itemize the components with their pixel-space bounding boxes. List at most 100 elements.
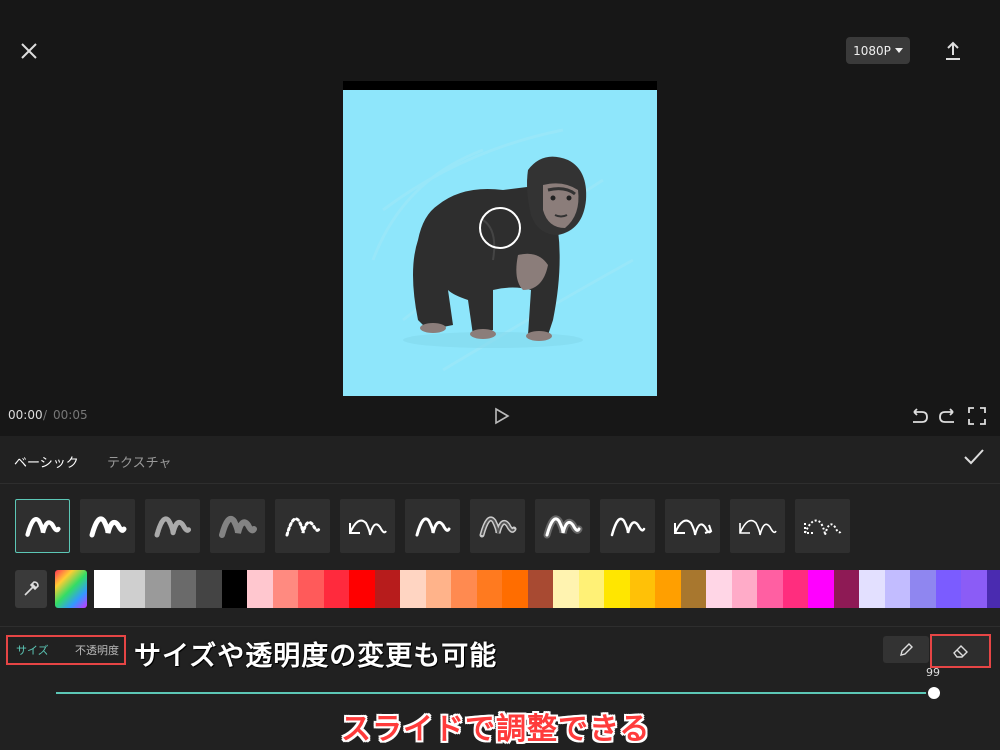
fullscreen-button[interactable] <box>966 406 988 426</box>
close-button[interactable] <box>14 36 44 66</box>
color-swatch[interactable] <box>680 570 706 608</box>
color-swatch[interactable] <box>910 570 936 608</box>
color-picker-button[interactable] <box>55 570 87 608</box>
time-separator: / <box>43 408 48 422</box>
confirm-button[interactable] <box>962 447 988 471</box>
close-icon <box>21 43 37 59</box>
current-time: 00:00 <box>8 408 43 422</box>
resolution-button[interactable]: 1080P <box>846 37 910 64</box>
brush-stroke-icon <box>415 517 451 537</box>
annotation-slider-note: スライドで調整できる <box>341 712 651 747</box>
color-swatch[interactable] <box>221 570 247 608</box>
color-swatch[interactable] <box>578 570 604 608</box>
caret-down-icon <box>894 47 903 53</box>
undo-icon <box>913 408 928 423</box>
size-slider[interactable] <box>56 692 935 694</box>
color-swatch[interactable] <box>935 570 961 608</box>
color-swatch[interactable] <box>527 570 553 608</box>
color-swatch[interactable] <box>884 570 910 608</box>
upload-icon <box>946 41 960 60</box>
brush-blur[interactable] <box>210 499 265 553</box>
color-swatch[interactable] <box>502 570 528 608</box>
resolution-label: 1080P <box>853 43 891 58</box>
color-swatch[interactable] <box>119 570 145 608</box>
color-swatches <box>94 570 1000 608</box>
divider <box>0 483 1000 484</box>
undo-button[interactable] <box>908 406 930 426</box>
redo-icon <box>939 408 954 423</box>
brush-stroke-icon <box>219 515 257 538</box>
divider <box>0 626 1000 627</box>
play-button[interactable] <box>490 405 512 427</box>
color-swatch[interactable] <box>196 570 222 608</box>
color-swatch[interactable] <box>706 570 732 608</box>
eraser-icon <box>952 645 968 658</box>
color-swatch[interactable] <box>655 570 681 608</box>
total-time: 00:05 <box>53 408 88 422</box>
fullscreen-icon <box>968 407 986 425</box>
slider-value: 99 <box>926 666 940 679</box>
brush-double-arrow[interactable] <box>665 499 720 553</box>
pen-icon <box>900 642 913 656</box>
brush-arrow-start[interactable] <box>340 499 395 553</box>
brush-stroke-icon <box>610 517 646 537</box>
color-swatch[interactable] <box>400 570 426 608</box>
brush-outline-gray[interactable] <box>470 499 525 553</box>
eyedropper-icon <box>24 581 39 596</box>
brush-stroke-icon <box>479 516 517 538</box>
color-swatch[interactable] <box>833 570 859 608</box>
color-swatch[interactable] <box>298 570 324 608</box>
color-swatch[interactable] <box>451 570 477 608</box>
brush-solid[interactable] <box>15 499 70 553</box>
color-swatch[interactable] <box>629 570 655 608</box>
color-swatch[interactable] <box>859 570 885 608</box>
gorilla-image <box>371 128 634 372</box>
color-swatch[interactable] <box>272 570 298 608</box>
tab-basic[interactable]: ベーシック <box>14 452 79 471</box>
eraser-button[interactable] <box>930 634 991 668</box>
video-preview <box>343 81 657 396</box>
brush-thin[interactable] <box>600 499 655 553</box>
brush-dotted[interactable] <box>275 499 330 553</box>
color-swatch[interactable] <box>476 570 502 608</box>
tab-opacity[interactable]: 不透明度 <box>75 642 119 658</box>
size-slider-knob[interactable] <box>926 685 942 701</box>
color-swatch[interactable] <box>604 570 630 608</box>
tab-size[interactable]: サイズ <box>16 642 49 658</box>
color-swatch[interactable] <box>145 570 171 608</box>
color-swatch[interactable] <box>553 570 579 608</box>
drawing-canvas[interactable] <box>343 90 657 396</box>
color-swatch[interactable] <box>782 570 808 608</box>
eyedropper-button[interactable] <box>15 570 47 608</box>
brush-stroke-icon <box>349 519 387 536</box>
brush-dotted-arrow[interactable] <box>795 499 850 553</box>
color-swatch[interactable] <box>94 570 120 608</box>
brush-marker[interactable] <box>405 499 460 553</box>
color-swatch[interactable] <box>731 570 757 608</box>
color-swatch[interactable] <box>323 570 349 608</box>
brush-stroke-icon <box>89 516 127 538</box>
color-swatch[interactable] <box>247 570 273 608</box>
brush-chalk[interactable] <box>145 499 200 553</box>
color-swatch[interactable] <box>374 570 400 608</box>
color-swatch[interactable] <box>757 570 783 608</box>
brush-stroke-icon <box>804 519 842 536</box>
brush-stroke-icon <box>154 516 192 538</box>
brush-solid-bold[interactable] <box>80 499 135 553</box>
color-swatch[interactable] <box>425 570 451 608</box>
export-button[interactable] <box>938 36 968 66</box>
color-swatch[interactable] <box>170 570 196 608</box>
color-swatch[interactable] <box>961 570 987 608</box>
brush-stroke-icon <box>739 519 777 536</box>
brush-neon[interactable] <box>535 499 590 553</box>
pen-button[interactable] <box>883 636 929 663</box>
color-swatch[interactable] <box>986 570 1000 608</box>
color-swatch[interactable] <box>808 570 834 608</box>
redo-button[interactable] <box>937 406 959 426</box>
brush-arrow-start-thin[interactable] <box>730 499 785 553</box>
annotation-size-note: サイズや透明度の変更も可能 <box>134 641 498 672</box>
color-swatch[interactable] <box>349 570 375 608</box>
check-icon <box>964 449 984 465</box>
brush-stroke-icon <box>285 517 321 537</box>
tab-texture[interactable]: テクスチャ <box>107 452 171 471</box>
